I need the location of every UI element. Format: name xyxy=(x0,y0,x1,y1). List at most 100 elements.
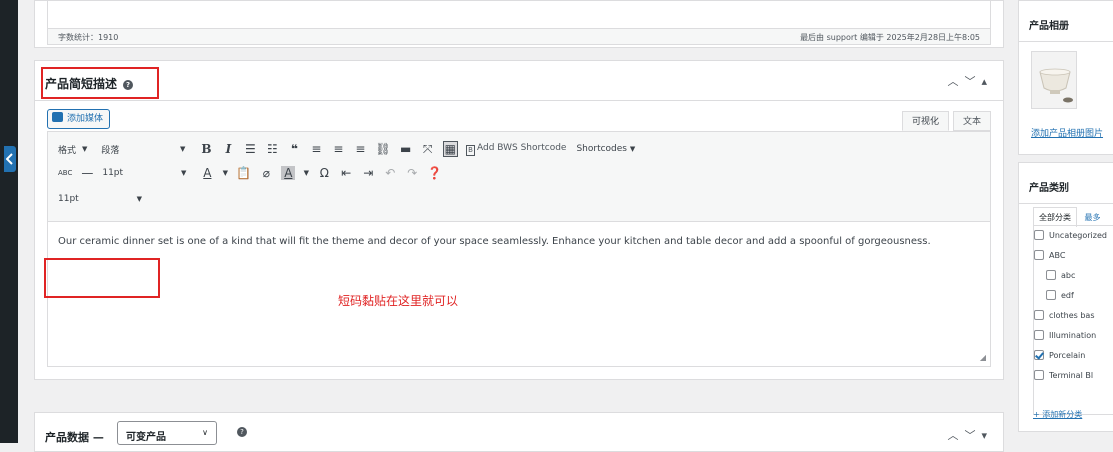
redo-icon[interactable]: ↷ xyxy=(405,166,419,180)
gallery-thumbnail[interactable] xyxy=(1031,51,1077,109)
box-controls: ︿﹀▾ xyxy=(947,427,993,443)
align-center-icon[interactable]: ≡ xyxy=(331,142,345,156)
category-item[interactable]: Terminal Bl xyxy=(1034,370,1093,380)
toolbar-row-2: ABC — 11pt ▼ A ▼ 📋 ⌀ A ▼ Ω ⇤ ⇥ ↶ ↷ ❓ xyxy=(54,162,446,184)
tab-all-categories[interactable]: 全部分类 xyxy=(1033,207,1077,227)
categories-title: 产品类别 xyxy=(1029,183,1069,194)
ceramic-bowl-image xyxy=(1039,68,1073,103)
add-new-category-link[interactable]: + 添加新分类 xyxy=(1033,409,1082,420)
font-size-label-2: 11pt xyxy=(58,194,79,204)
chevron-left-icon xyxy=(6,153,13,165)
outdent-icon[interactable]: ⇤ xyxy=(339,166,353,180)
horizontal-line-icon[interactable]: — xyxy=(80,166,94,180)
bold-icon[interactable]: B xyxy=(199,142,213,156)
short-description-editor: 格式 ▼ 段落 ▼ B I ☰ ☷ ❝ ≡ ≡ ≡ ⛓ ▬ ⤧ ▦ B Add BWS… xyxy=(44,131,991,367)
category-label: clothes bas xyxy=(1049,310,1095,320)
paste-hint: 短码黏贴在这里就可以 xyxy=(338,294,459,308)
fullscreen-icon[interactable]: ⤧ xyxy=(421,142,435,157)
link-icon[interactable]: ⛓ xyxy=(375,142,390,156)
checkbox[interactable] xyxy=(1034,370,1044,380)
paste-text-icon[interactable]: 📋 xyxy=(236,166,251,180)
bullet-list-icon[interactable]: ☰ xyxy=(243,142,257,156)
italic-icon[interactable]: I xyxy=(221,142,235,156)
content-editor-body[interactable] xyxy=(47,1,991,29)
dropdown-arrow-icon: ▼ xyxy=(629,145,636,153)
read-more-icon[interactable]: ▬ xyxy=(399,142,413,156)
checkbox-checked[interactable] xyxy=(1034,350,1044,360)
resize-handle-icon[interactable]: ◢ xyxy=(980,353,986,362)
product-gallery-box: 产品相册 添加产品相册图片 xyxy=(1018,0,1113,155)
checkbox[interactable] xyxy=(1046,270,1056,280)
move-up-icon[interactable]: ︿ xyxy=(947,75,964,88)
shortcode-icon: B xyxy=(465,144,475,156)
category-item[interactable]: Uncategorized xyxy=(1034,230,1107,240)
add-media-button[interactable]: 添加媒体 xyxy=(47,109,111,129)
category-tabs: 全部分类 最多 xyxy=(1033,207,1106,227)
numbered-list-icon[interactable]: ☷ xyxy=(265,142,279,156)
category-item[interactable]: Illumination xyxy=(1034,330,1096,340)
product-data-box: 产品数据 — 可变产品 ∨ ? ︿﹀▾ xyxy=(34,412,1004,452)
checkbox[interactable] xyxy=(1034,310,1044,320)
align-left-icon[interactable]: ≡ xyxy=(309,142,323,156)
strikethrough-icon[interactable]: ABC xyxy=(58,169,72,177)
tab-visual[interactable]: 可视化 xyxy=(901,111,949,131)
special-character-icon[interactable]: Ω xyxy=(317,166,331,180)
checkbox[interactable] xyxy=(1046,290,1056,300)
toggle-icon[interactable]: ▴ xyxy=(981,75,993,88)
move-down-icon[interactable]: ﹀ xyxy=(964,429,981,442)
admin-sidebar xyxy=(0,0,18,443)
background-color-icon[interactable]: A xyxy=(281,166,296,180)
format-select-label: 格式 xyxy=(58,145,77,156)
toolbar-toggle-icon[interactable]: ▦ xyxy=(442,141,458,157)
product-type-label: 可变产品 xyxy=(126,432,166,443)
paragraph-select-label: 段落 xyxy=(101,145,120,156)
format-select[interactable]: 格式 ▼ xyxy=(54,140,91,158)
font-size-select-2[interactable]: 11pt ▼ xyxy=(54,190,146,208)
category-label: Illumination xyxy=(1049,330,1097,340)
help-icon[interactable]: ? xyxy=(237,427,247,437)
move-up-icon[interactable]: ︿ xyxy=(947,429,964,442)
tab-text[interactable]: 文本 xyxy=(952,111,991,131)
editor-content[interactable]: Our ceramic dinner set is one of a kind … xyxy=(58,236,980,247)
content-editor: 字数统计：1910 最后由 support 编辑于 2025年2月28日上午8:… xyxy=(34,0,1004,48)
category-label: abc xyxy=(1061,270,1076,280)
product-categories-box: 产品类别 全部分类 最多 Uncategorized ABC abc edf c… xyxy=(1018,162,1113,432)
clear-formatting-icon[interactable]: ⌀ xyxy=(259,166,273,180)
editor-statusbar: 字数统计：1910 最后由 support 编辑于 2025年2月28日上午8:… xyxy=(47,29,991,45)
add-gallery-images-link[interactable]: 添加产品相册图片 xyxy=(1031,126,1103,139)
dropdown-arrow-icon[interactable]: ▼ xyxy=(299,169,313,177)
shortcodes-label: Shortcodes xyxy=(576,144,627,154)
category-item[interactable]: ABC xyxy=(1034,250,1065,260)
chevron-down-icon: ∨ xyxy=(202,428,208,437)
align-right-icon[interactable]: ≡ xyxy=(353,142,367,156)
blockquote-icon[interactable]: ❝ xyxy=(287,142,301,156)
shortcodes-menu[interactable]: Shortcodes ▼ xyxy=(576,144,635,154)
checkbox[interactable] xyxy=(1034,330,1044,340)
indent-icon[interactable]: ⇥ xyxy=(361,166,375,180)
keyboard-help-icon[interactable]: ❓ xyxy=(427,166,442,180)
toggle-icon[interactable]: ▾ xyxy=(981,429,993,442)
word-count: 字数统计：1910 xyxy=(58,33,119,42)
short-description-box: 产品简短描述? ︿﹀▴ 添加媒体 可视化 文本 格式 ▼ 段落 ▼ B I ☰ ☷ … xyxy=(34,60,1004,380)
toolbar-row-1: 格式 ▼ 段落 ▼ B I ☰ ☷ ❝ ≡ ≡ ≡ ⛓ ▬ ⤧ ▦ B Add BWS… xyxy=(54,138,635,160)
dropdown-arrow-icon[interactable]: ▼ xyxy=(218,169,232,177)
bws-shortcode-button[interactable]: B Add BWS Shortcode xyxy=(465,143,566,156)
main-column: 字数统计：1910 最后由 support 编辑于 2025年2月28日上午8:… xyxy=(30,0,1008,452)
category-label: Terminal Bl xyxy=(1049,370,1094,380)
collapse-menu-button[interactable] xyxy=(4,146,16,172)
category-label: Porcelain xyxy=(1049,350,1086,360)
category-item[interactable]: abc xyxy=(1046,270,1075,280)
category-item[interactable]: Porcelain xyxy=(1034,350,1085,360)
move-down-icon[interactable]: ﹀ xyxy=(964,75,981,88)
dropdown-arrow-icon: ▼ xyxy=(82,145,88,153)
short-description-header[interactable]: 产品简短描述? ︿﹀▴ xyxy=(35,61,1003,101)
category-item[interactable]: edf xyxy=(1046,290,1074,300)
category-item[interactable]: clothes bas xyxy=(1034,310,1095,320)
product-type-select[interactable]: 可变产品 ∨ xyxy=(117,421,217,445)
undo-icon[interactable]: ↶ xyxy=(383,166,397,180)
text-color-icon[interactable]: A xyxy=(200,166,214,180)
checkbox[interactable] xyxy=(1034,250,1044,260)
paragraph-select[interactable]: 段落 ▼ xyxy=(97,140,189,158)
font-size-select[interactable]: 11pt ▼ xyxy=(98,164,190,182)
checkbox[interactable] xyxy=(1034,230,1044,240)
